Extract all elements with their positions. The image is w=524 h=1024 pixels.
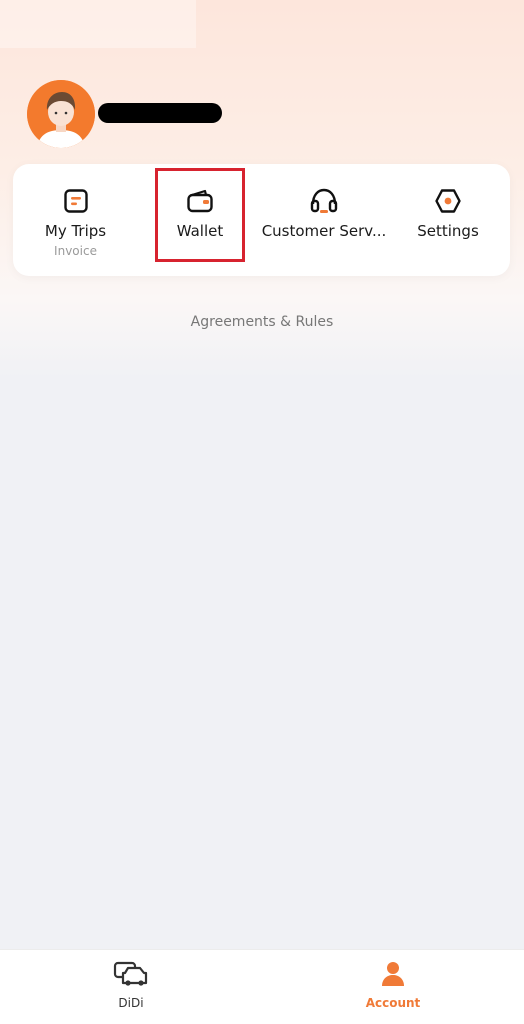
top-background-fade (0, 0, 196, 48)
nav-label-account: Account (365, 996, 421, 1010)
settings-button[interactable]: Settings (403, 164, 493, 276)
person-icon (375, 958, 411, 990)
my-trips-label: My Trips (44, 222, 107, 240)
settings-label: Settings (417, 222, 479, 240)
quick-actions-card: My Trips Invoice Wallet Customer Serv... (13, 164, 510, 276)
didi-car-icon (113, 958, 149, 990)
avatar[interactable] (27, 80, 95, 148)
username-redacted (98, 103, 222, 123)
trips-icon (61, 186, 91, 216)
bottom-nav: DiDi Account (0, 949, 524, 1024)
settings-icon (433, 186, 463, 216)
wallet-button[interactable]: Wallet (155, 164, 245, 276)
invoice-sublabel[interactable]: Invoice (54, 244, 97, 258)
nav-label-didi: DiDi (118, 996, 144, 1010)
headset-icon (309, 186, 339, 216)
wallet-icon (185, 186, 215, 216)
agreements-rules-link[interactable]: Agreements & Rules (0, 314, 524, 330)
customer-service-button[interactable]: Customer Serv... (259, 164, 389, 276)
customer-service-label: Customer Serv... (261, 222, 387, 240)
nav-item-didi[interactable]: DiDi (66, 950, 196, 1024)
my-trips-button[interactable]: My Trips Invoice (23, 164, 128, 276)
nav-item-account[interactable]: Account (328, 950, 458, 1024)
avatar-illustration (27, 80, 95, 148)
wallet-label: Wallet (176, 222, 224, 240)
